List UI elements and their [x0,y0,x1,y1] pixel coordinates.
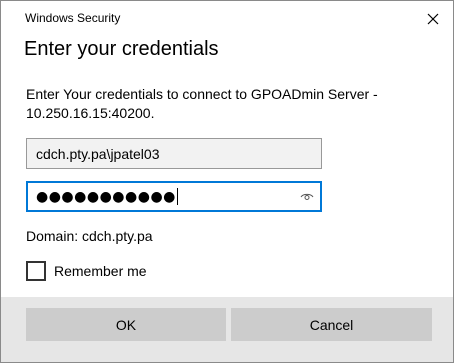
dialog-heading: Enter your credentials [24,38,219,60]
close-button[interactable] [419,7,447,31]
close-icon [427,13,439,25]
eye-icon[interactable] [300,190,314,204]
remember-me-checkbox[interactable] [26,261,46,281]
credentials-dialog: Windows Security Enter your credentials … [0,0,454,363]
username-value: cdch.pty.pa\jpatel03 [36,145,160,162]
remember-me-option[interactable]: Remember me [26,261,147,281]
username-field[interactable]: cdch.pty.pa\jpatel03 [26,138,322,169]
dialog-content: Windows Security Enter your credentials … [1,1,453,297]
text-caret [176,188,178,205]
ok-button[interactable]: OK [26,308,226,341]
connection-message: Enter Your credentials to connect to GPO… [26,86,378,121]
window-title: Windows Security [25,11,121,25]
remember-me-label[interactable]: Remember me [54,263,147,279]
domain-label: Domain: cdch.pty.pa [26,228,153,244]
cancel-button[interactable]: Cancel [231,308,432,341]
password-masked-value: ●●●●●●●●●●● [36,188,176,205]
password-field[interactable]: ●●●●●●●●●●● [26,181,322,212]
